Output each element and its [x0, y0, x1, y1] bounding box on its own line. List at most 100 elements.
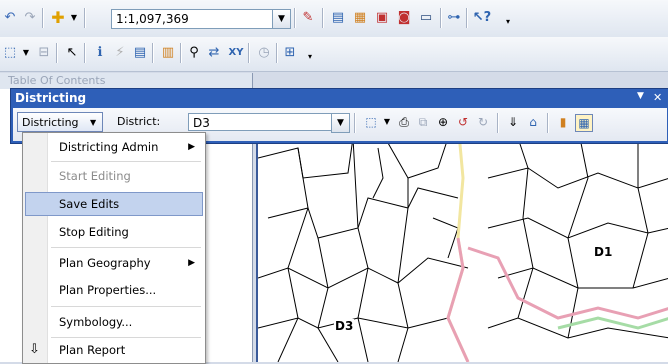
editor-toolbar-icon[interactable]: ✎ [300, 10, 316, 26]
toolbar-separator [294, 8, 296, 28]
chevron-down-icon[interactable]: ▼ [66, 10, 82, 26]
districting-window-title: Districting [15, 91, 87, 105]
undo-assignment-icon[interactable]: ↺ [455, 114, 471, 130]
find-icon[interactable]: ⚲ [186, 45, 202, 61]
arctoolbox-icon[interactable]: ◙ [396, 10, 412, 26]
districting-menu: Districting Admin ▶ Start Editing Save E… [22, 132, 206, 364]
copy-icon[interactable]: ⧉ [415, 114, 431, 130]
redo-icon[interactable]: ↷ [22, 10, 38, 26]
menu-separator [51, 247, 201, 248]
menu-item-label: Save Edits [59, 197, 120, 211]
menu-item-label: Plan Report [59, 343, 126, 357]
redo-assignment-icon[interactable]: ↻ [475, 114, 491, 130]
python-window-icon[interactable]: ▭ [418, 10, 434, 26]
map-scale-input[interactable]: 1:1,097,369 [111, 9, 273, 29]
toolbar-separator [56, 43, 58, 63]
zoom-to-district-icon[interactable]: ⊕ [435, 114, 451, 130]
menu-item-stop-editing[interactable]: Stop Editing [25, 220, 203, 244]
toolbar-separator [276, 43, 278, 63]
map-label-d3: D3 [334, 319, 355, 333]
toolbar-separator [180, 43, 182, 63]
toolbar-separator [152, 43, 154, 63]
district-label: District: [117, 115, 161, 128]
submenu-arrow-icon: ▶ [188, 142, 195, 152]
toolbar-separator [466, 8, 468, 28]
standard-toolbar: ↶ ↷ ✚ ▼ 1:1,097,369 ▼ ✎ ▤ ▦ ▣ ◙ ▭ ⊶ ↖? ▾ [0, 0, 668, 38]
catalog-icon[interactable]: ▦ [352, 10, 368, 26]
select-elements-icon[interactable]: ↖ [64, 45, 80, 61]
menu-item-plan-geography[interactable]: Plan Geography ▶ [25, 251, 203, 275]
add-data-icon[interactable]: ✚ [50, 10, 66, 26]
chevron-down-icon[interactable]: ▼ [379, 114, 395, 130]
find-route-icon[interactable]: ⇄ [206, 45, 222, 61]
chevron-down-icon: ▼ [90, 118, 97, 127]
toolbar-separator [42, 8, 44, 28]
whats-this-help-icon[interactable]: ↖? [473, 10, 491, 26]
d1-district-boundary-south [446, 237, 668, 362]
submenu-arrow-icon: ▶ [188, 258, 195, 268]
menu-separator [51, 306, 201, 307]
menu-item-label: Plan Geography [59, 256, 151, 270]
districting-menu-label: Districting [22, 116, 79, 129]
undo-icon[interactable]: ↶ [2, 10, 18, 26]
select-features-icon[interactable]: ⬚ [2, 45, 18, 61]
modelbuilder-icon[interactable]: ⊶ [446, 10, 462, 26]
toolbar-separator [322, 8, 324, 28]
menu-item-label: Symbology... [59, 315, 133, 329]
district-select[interactable]: D3 [188, 113, 338, 131]
toolbar-separator [354, 113, 356, 133]
menu-item-label: Stop Editing [59, 225, 129, 239]
menu-item-label: Start Editing [59, 169, 131, 183]
menu-item-label: Districting Admin [59, 140, 159, 154]
menu-separator [51, 161, 201, 162]
d3-district-boundary [258, 120, 470, 362]
merge-icon[interactable]: ⇓ [505, 114, 521, 130]
map-display[interactable]: D1 D3 [256, 118, 668, 362]
menu-item-save-edits[interactable]: Save Edits [25, 192, 203, 216]
toolbar-separator [84, 43, 86, 63]
map-label-d1: D1 [593, 245, 614, 259]
menu-item-symbology[interactable]: Symbology... [25, 310, 203, 334]
chart-icon[interactable]: ▮ [555, 114, 571, 130]
locks-icon[interactable]: ⌂ [525, 114, 541, 130]
toolbar-separator [497, 113, 499, 133]
measure-icon[interactable]: ▥ [160, 45, 176, 61]
search-window-icon[interactable]: ▣ [374, 10, 390, 26]
map-canvas [258, 118, 668, 362]
hyperlink-icon[interactable]: ⚡ [112, 45, 128, 61]
menu-item-plan-report[interactable]: ⇩ Plan Report [25, 338, 203, 362]
toolbar-separator [440, 8, 442, 28]
district-dropdown-button[interactable]: ▼ [331, 113, 350, 133]
create-viewer-window-icon[interactable]: ⊞ [282, 45, 298, 61]
scale-dropdown-button[interactable]: ▼ [272, 9, 291, 29]
districting-menu-button[interactable]: Districting ▼ [17, 112, 103, 132]
clear-selection-icon[interactable]: ⊟ [36, 45, 52, 61]
menu-item-districting-admin[interactable]: Districting Admin ▶ [25, 135, 203, 159]
toolbar-options-icon[interactable]: ▾ [302, 49, 318, 65]
close-icon[interactable]: ✕ [653, 91, 662, 104]
menu-item-plan-properties[interactable]: Plan Properties... [25, 278, 203, 302]
assign-tool-icon[interactable]: ⬚ [363, 114, 379, 130]
map-scale-value: 1:1,097,369 [116, 12, 189, 26]
tools-toolbar: ⬚ ▼ ⊟ ↖ ℹ ⚡ ▤ ▥ ⚲ ⇄ XY ◷ ⊞ ▾ [0, 37, 668, 72]
toolbar-options-icon[interactable]: ▾ [500, 14, 516, 30]
toc-title: Table Of Contents [8, 74, 106, 87]
chevron-down-icon[interactable]: ▼ [18, 45, 34, 61]
district-window-icon[interactable]: ▦ [575, 114, 593, 132]
other-district-boundary [557, 316, 668, 330]
toolbar-separator [248, 43, 250, 63]
report-icon: ⇩ [29, 342, 40, 357]
toolbar-separator [84, 8, 86, 28]
toolbar-separator [547, 113, 549, 133]
print-icon[interactable]: ⎙ [396, 114, 412, 130]
menu-item-label: Plan Properties... [59, 283, 157, 297]
html-popup-icon[interactable]: ▤ [132, 45, 148, 61]
table-of-contents-header: Table Of Contents [0, 73, 252, 89]
time-slider-icon[interactable]: ◷ [256, 45, 272, 61]
table-of-contents-icon[interactable]: ▤ [330, 10, 346, 26]
district-select-value: D3 [193, 116, 210, 130]
go-to-xy-icon[interactable]: XY [228, 45, 244, 61]
menu-item-start-editing[interactable]: Start Editing [25, 164, 203, 188]
window-options-icon[interactable]: ▼ [637, 91, 644, 101]
identify-icon[interactable]: ℹ [92, 45, 108, 61]
